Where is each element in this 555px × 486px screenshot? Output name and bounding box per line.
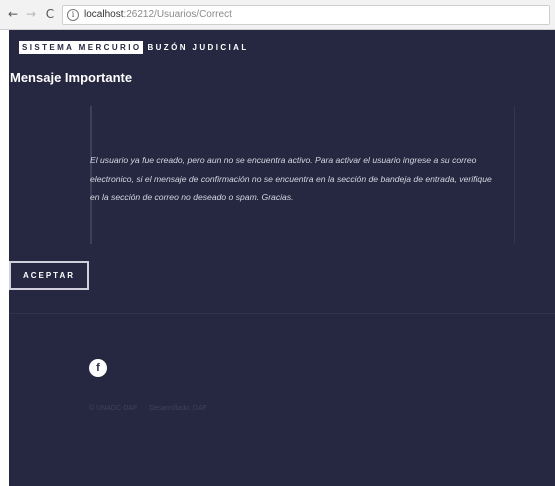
footer-text: © UNADC-DAF Desarrollado: DAF xyxy=(89,404,207,414)
reload-icon[interactable]: C xyxy=(43,7,57,21)
message-text: El usuario ya fue creado, pero aun no se… xyxy=(90,155,492,203)
url-path: :26212/Usuarios/Correct xyxy=(123,9,232,20)
facebook-icon[interactable]: f xyxy=(89,359,107,377)
address-bar[interactable]: i localhost:26212/Usuarios/Correct xyxy=(62,5,550,25)
url-text[interactable]: localhost:26212/Usuarios/Correct xyxy=(84,8,232,22)
info-icon[interactable]: i xyxy=(67,9,79,21)
page-content: SISTEMA MERCURIO BUZÓN JUDICIAL Mensaje I… xyxy=(9,30,555,486)
url-host: localhost xyxy=(84,9,124,20)
brand-primary: SISTEMA MERCURIO xyxy=(19,41,144,54)
brand-secondary: BUZÓN JUDICIAL xyxy=(147,43,249,52)
browser-toolbar: ← → C i localhost:26212/Usuarios/Correct xyxy=(0,0,555,30)
brand-logo[interactable]: SISTEMA MERCURIO BUZÓN JUDICIAL xyxy=(19,41,249,54)
page-title: Mensaje Importante xyxy=(10,70,133,85)
accept-button[interactable]: ACEPTAR xyxy=(9,261,89,290)
back-arrow-icon[interactable]: ← xyxy=(6,7,20,21)
copyright-text: © UNADC-DAF xyxy=(89,405,138,412)
forward-arrow-icon[interactable]: → xyxy=(24,7,38,21)
developer-link[interactable]: Desarrollado: DAF xyxy=(149,405,207,412)
footer-divider xyxy=(9,313,555,314)
